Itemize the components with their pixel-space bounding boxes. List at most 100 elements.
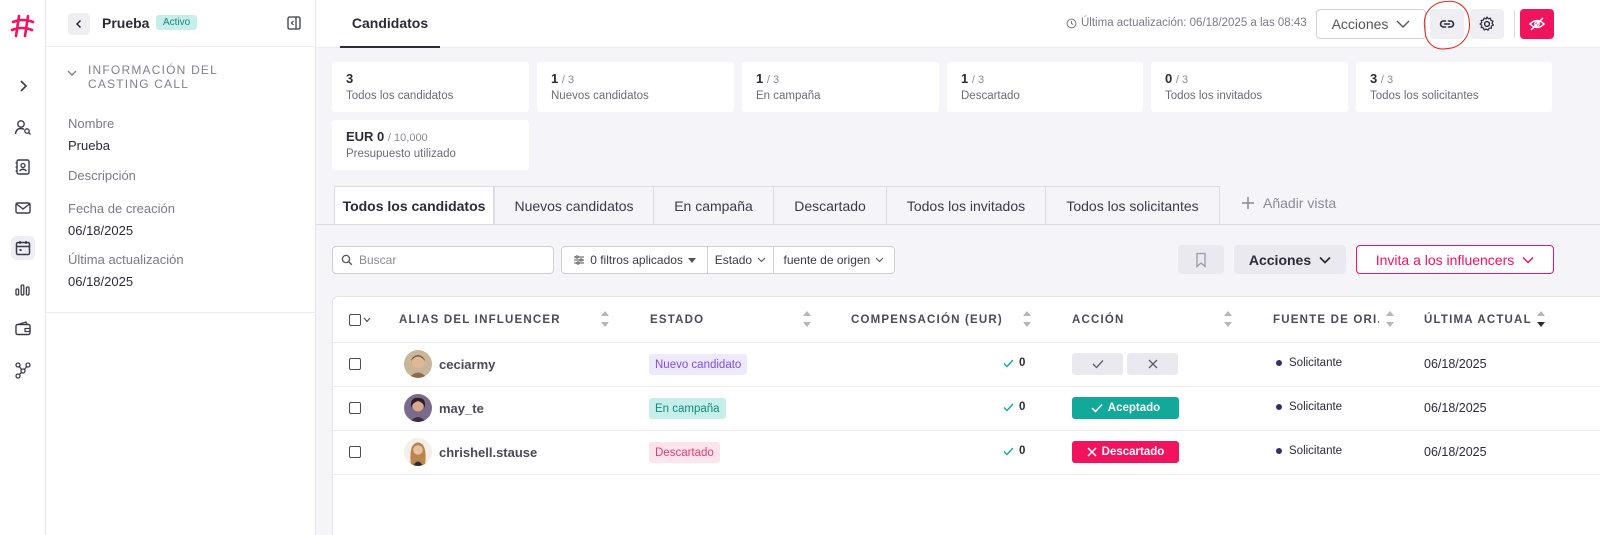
compensation[interactable]: 0 xyxy=(1003,401,1025,413)
plus-icon xyxy=(1242,197,1254,209)
section-header-info[interactable]: INFORMACIÓN DEL CASTING CALL xyxy=(66,63,218,91)
calendar-icon[interactable] xyxy=(11,236,35,260)
filter-fuente[interactable]: fuente de origen xyxy=(774,247,894,273)
hide-button[interactable] xyxy=(1520,9,1554,39)
actions-label: Acciones xyxy=(1331,16,1389,32)
sort-icon[interactable] xyxy=(802,309,812,329)
table-row[interactable]: ceciarmy Nuevo candidato 0 Solicitante 0… xyxy=(333,342,1600,386)
stat-card-all[interactable]: 3 Todos los candidatos xyxy=(332,62,529,112)
actions-label: Acciones xyxy=(1248,251,1312,268)
chevron-right-icon[interactable] xyxy=(11,74,35,98)
brand-logo-icon[interactable] xyxy=(9,12,37,40)
actions-dropdown-top[interactable]: Acciones xyxy=(1316,9,1426,39)
col-header-compensacion[interactable]: COMPENSACIÓN (EUR) xyxy=(851,297,1011,342)
source: Solicitante xyxy=(1276,401,1342,413)
stat-den: / 3 xyxy=(971,74,985,86)
clock-icon xyxy=(1066,18,1077,28)
source-label: Solicitante xyxy=(1289,445,1343,457)
accept-button[interactable] xyxy=(1072,353,1123,375)
accepted-status-button[interactable]: Aceptado xyxy=(1072,397,1179,419)
stat-label: Todos los solicitantes xyxy=(1370,90,1479,102)
col-header-estado[interactable]: ESTADO xyxy=(650,297,750,342)
check-icon xyxy=(1003,447,1014,456)
stat-card-invited[interactable]: 0 / 3 Todos los invitados xyxy=(1151,62,1348,112)
compensation[interactable]: 0 xyxy=(1003,445,1025,457)
last-updated-date: 06/18/2025 xyxy=(1424,401,1487,415)
chevron-down-icon[interactable] xyxy=(363,317,371,323)
bookmark-icon xyxy=(1196,252,1206,268)
last-updated-date: 06/18/2025 xyxy=(1424,357,1487,371)
search-input[interactable]: Buscar xyxy=(332,246,554,274)
col-header-fuente[interactable]: FUENTE DE ORI... xyxy=(1273,297,1379,342)
select-all-checkbox[interactable] xyxy=(349,314,361,326)
bar-chart-icon[interactable] xyxy=(11,277,35,301)
casting-details-panel: Prueba Activo INFORMACIÓN DEL CASTING CA… xyxy=(46,0,316,535)
action-buttons xyxy=(1072,353,1178,375)
sort-icon[interactable] xyxy=(600,309,610,329)
influencer-alias[interactable]: ceciarmy xyxy=(439,357,495,372)
state-badge: Nuevo candidato xyxy=(649,354,748,375)
state-badge: Descartado xyxy=(649,442,720,463)
sort-desc-icon[interactable] xyxy=(1536,309,1546,329)
stat-card-discarded[interactable]: 1 / 3 Descartado xyxy=(947,62,1143,112)
bookmark-button[interactable] xyxy=(1178,245,1224,274)
last-update-text: Última actualización: 06/18/2025 a las 0… xyxy=(1081,17,1307,29)
add-view-button[interactable]: Añadir vista xyxy=(1241,195,1336,211)
view-tab-invited[interactable]: Todos los invitados xyxy=(886,186,1046,224)
table-row[interactable]: chrishell.stause Descartado 0 Descartado… xyxy=(333,430,1600,474)
stat-den: / 3 xyxy=(561,74,575,86)
mail-icon[interactable] xyxy=(11,196,35,220)
section-title-line-2: CASTING CALL xyxy=(88,77,190,91)
sliders-icon xyxy=(574,255,585,265)
stat-card-new[interactable]: 1 / 3 Nuevos candidatos xyxy=(537,62,734,112)
back-button[interactable] xyxy=(68,13,90,35)
discarded-status-button[interactable]: Descartado xyxy=(1072,441,1179,463)
stat-card-budget[interactable]: EUR 0 / 10,000 Presupuesto utilizado xyxy=(332,120,529,170)
tab-candidatos[interactable]: Candidatos xyxy=(340,0,440,48)
col-header-ultima[interactable]: ÚLTIMA ACTUAL... xyxy=(1424,297,1532,342)
filter-estado[interactable]: Estado xyxy=(708,247,774,273)
filters-applied-dropdown[interactable]: 0 filtros aplicados xyxy=(562,247,709,273)
view-tab-discarded[interactable]: Descartado xyxy=(773,186,887,224)
collapse-panel-icon[interactable] xyxy=(286,15,302,31)
field-value-created: 06/18/2025 xyxy=(68,223,134,238)
stat-num: 3 xyxy=(346,71,354,86)
state-badge: En campaña xyxy=(649,398,726,419)
sort-icon[interactable] xyxy=(1385,309,1395,329)
stat-card-campaign[interactable]: 1 / 3 En campaña xyxy=(742,62,939,112)
col-header-alias[interactable]: ALIAS DEL INFLUENCER xyxy=(399,297,589,342)
sort-icon[interactable] xyxy=(1223,309,1233,329)
eye-off-icon xyxy=(1528,17,1546,31)
user-search-icon[interactable] xyxy=(11,115,35,139)
invite-influencers-button[interactable]: Invita a los influencers xyxy=(1356,245,1554,274)
search-icon xyxy=(341,254,353,266)
row-checkbox[interactable] xyxy=(349,402,361,414)
stat-label: Presupuesto utilizado xyxy=(346,148,456,160)
reject-button[interactable] xyxy=(1127,353,1178,375)
view-tab-new[interactable]: Nuevos candidatos xyxy=(494,186,654,224)
col-header-accion[interactable]: ACCIÓN xyxy=(1072,297,1172,342)
row-checkbox[interactable] xyxy=(349,446,361,458)
view-tab-applicants[interactable]: Todos los solicitantes xyxy=(1045,186,1220,224)
wallet-icon[interactable] xyxy=(11,317,35,341)
contacts-icon[interactable] xyxy=(11,155,35,179)
compensation[interactable]: 0 xyxy=(1003,357,1025,369)
table-row[interactable]: may_te En campaña 0 Aceptado Solicitante… xyxy=(333,386,1600,430)
actions-dropdown[interactable]: Acciones xyxy=(1234,245,1346,274)
table-empty-area xyxy=(333,474,1600,535)
sort-icon[interactable] xyxy=(1022,309,1032,329)
field-label-created: Fecha de creación xyxy=(68,201,175,216)
influencer-alias[interactable]: chrishell.stause xyxy=(439,445,537,460)
settings-button[interactable] xyxy=(1470,9,1504,39)
influencer-alias[interactable]: may_te xyxy=(439,401,484,416)
hand-drawn-annotation-circle xyxy=(1421,0,1473,52)
chevron-down-icon xyxy=(1396,20,1410,28)
close-icon xyxy=(1087,447,1097,457)
view-tab-all[interactable]: Todos los candidatos xyxy=(334,186,494,225)
view-tab-campaign[interactable]: En campaña xyxy=(653,186,774,224)
row-checkbox[interactable] xyxy=(349,358,361,370)
field-value-updated: 06/18/2025 xyxy=(68,274,134,289)
casting-title: Prueba xyxy=(102,15,150,31)
stat-card-applicants[interactable]: 3 / 3 Todos los solicitantes xyxy=(1356,62,1552,112)
network-icon[interactable] xyxy=(11,358,35,382)
